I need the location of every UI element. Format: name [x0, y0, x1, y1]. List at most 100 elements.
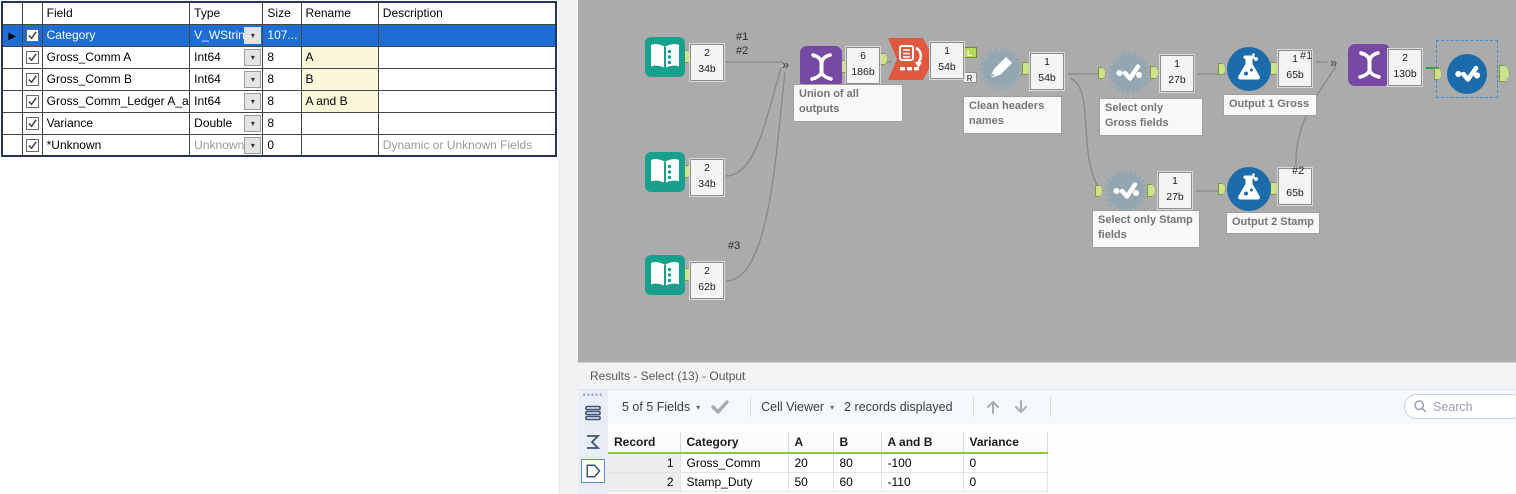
field-name-cell[interactable]: *Unknown [41, 133, 191, 157]
field-rename-cell[interactable] [300, 23, 379, 47]
union-multi-input-anchor[interactable]: » [782, 57, 789, 72]
field-type-cell[interactable]: Unknown ▾ [189, 133, 264, 157]
results-cell[interactable]: -110 [881, 472, 964, 492]
field-checkbox[interactable] [21, 133, 43, 157]
rename-column-header[interactable]: Rename [300, 2, 379, 25]
tool-union-1[interactable] [800, 46, 842, 88]
field-row-2[interactable]: Gross_Comm B Int64 ▾ 8 B [1, 67, 557, 91]
field-checkbox[interactable] [21, 45, 43, 69]
results-cell[interactable]: 1 [608, 453, 681, 473]
type-dropdown-button[interactable]: ▾ [244, 136, 262, 154]
tool-annotation[interactable]: Clean headers names [963, 96, 1062, 134]
field-size-cell[interactable]: 8 [262, 67, 302, 91]
field-rename-cell[interactable]: A [300, 45, 379, 69]
field-rename-cell[interactable]: B [300, 67, 379, 91]
field-size-cell[interactable]: 107... [262, 23, 302, 47]
tool-dynamic-rename[interactable] [978, 46, 1024, 92]
scroll-up-button[interactable] [984, 398, 1002, 416]
results-column-header-a[interactable]: A [788, 432, 834, 454]
results-cell[interactable]: 2 [608, 472, 681, 492]
results-row-1[interactable]: 1 Gross_Comm 20 80 -100 0 [608, 453, 1048, 473]
field-name-cell[interactable]: Gross_Comm A [41, 45, 191, 69]
field-description-cell[interactable]: Dynamic or Unknown Fields [377, 133, 557, 157]
field-type-cell[interactable]: Int64 ▾ [189, 45, 264, 69]
field-description-cell[interactable] [377, 45, 557, 69]
tool-annotation[interactable]: Select only Stamp fields [1092, 210, 1200, 248]
left-input-anchor[interactable]: L [962, 47, 977, 58]
wire-rename-selectstamp[interactable] [1069, 77, 1102, 192]
field-checkbox[interactable] [21, 67, 43, 91]
field-type-cell[interactable]: Double ▾ [189, 111, 264, 135]
field-size-cell[interactable]: 8 [262, 89, 302, 113]
tool-annotation[interactable]: Output 2 Stamp [1226, 212, 1320, 234]
metadata-view-icon[interactable] [581, 430, 605, 454]
field-rename-cell[interactable] [300, 133, 379, 157]
tool-output-2-stamp[interactable] [1226, 166, 1272, 212]
results-cell[interactable]: 20 [788, 453, 834, 473]
tool-output-1-gross[interactable] [1226, 46, 1272, 92]
results-column-header-variance[interactable]: Variance [963, 432, 1048, 454]
results-cell[interactable]: 60 [833, 472, 882, 492]
search-input[interactable] [1433, 399, 1513, 414]
field-name-cell[interactable]: Variance [41, 111, 191, 135]
field-description-cell[interactable] [377, 89, 557, 113]
field-type-cell[interactable]: Int64 ▾ [189, 67, 264, 91]
tool-annotation[interactable]: Select only Gross fields [1099, 98, 1203, 136]
results-cell[interactable]: 0 [963, 472, 1048, 492]
tool-annotation[interactable]: Output 1 Gross [1223, 94, 1317, 116]
apply-check-icon[interactable] [710, 399, 730, 415]
results-cell[interactable]: Gross_Comm [680, 453, 789, 473]
description-column-header[interactable]: Description [377, 2, 557, 25]
field-name-cell[interactable]: Gross_Comm_Ledger A_and_B [41, 89, 191, 113]
field-type-cell[interactable]: V_WString ▾ [189, 23, 264, 47]
field-size-cell[interactable]: 0 [262, 133, 302, 157]
field-description-cell[interactable] [377, 67, 557, 91]
results-cell[interactable]: 80 [833, 453, 882, 473]
field-description-cell[interactable] [377, 23, 557, 47]
results-column-header-category[interactable]: Category [680, 432, 789, 454]
type-dropdown-button[interactable]: ▾ [244, 92, 262, 110]
field-row-3[interactable]: Gross_Comm_Ledger A_and_BInt64▾8A and B [1, 89, 557, 113]
tool-select-13[interactable] [1447, 54, 1487, 94]
type-dropdown-button[interactable]: ▾ [244, 26, 262, 44]
tool-union-2[interactable] [1348, 44, 1390, 86]
results-row-2[interactable]: 2 Stamp_Duty 50 60 -110 0 [608, 472, 1048, 492]
results-cell[interactable]: Stamp_Duty [680, 472, 789, 492]
field-name-cell[interactable]: Category [41, 23, 191, 47]
field-type-cell[interactable]: Int64 ▾ [189, 89, 264, 113]
data-view-icon[interactable] [581, 459, 605, 483]
field-row-1[interactable]: Gross_Comm A Int64 ▾ 8 A [1, 45, 557, 69]
type-column-header[interactable]: Type [189, 2, 264, 25]
field-row-4[interactable]: Variance Double ▾ 8 [1, 111, 557, 135]
field-column-header[interactable]: Field [41, 2, 191, 25]
field-checkbox[interactable] [21, 23, 43, 47]
type-dropdown-button[interactable]: ▾ [244, 70, 262, 88]
tool-input-data-1[interactable] [645, 37, 685, 77]
field-size-cell[interactable]: 8 [262, 45, 302, 69]
tool-annotation[interactable]: Union of all outputs [793, 84, 903, 122]
results-cell[interactable]: 0 [963, 453, 1048, 473]
field-rename-cell[interactable]: A and B [300, 89, 379, 113]
field-row-5[interactable]: *Unknown Unknown ▾ 0 Dynamic or Unknown Fiel… [1, 133, 557, 157]
wire-input2-union1[interactable] [725, 67, 782, 177]
type-dropdown-button[interactable]: ▾ [244, 114, 262, 132]
tool-transpose[interactable] [888, 38, 934, 80]
fields-dropdown[interactable]: 5 of 5 Fields ▾ [622, 400, 700, 414]
tool-select-only-gross[interactable] [1106, 50, 1152, 96]
results-column-header-record[interactable]: Record [608, 432, 681, 454]
drag-handle[interactable]: ••••• [583, 391, 604, 400]
field-description-cell[interactable] [377, 111, 557, 135]
tool-input-data-2[interactable] [645, 152, 685, 192]
size-column-header[interactable]: Size [262, 2, 302, 25]
cell-viewer-dropdown[interactable]: Cell Viewer ▾ [761, 400, 834, 414]
field-rename-cell[interactable] [300, 111, 379, 135]
results-column-header-b[interactable]: B [833, 432, 882, 454]
field-checkbox[interactable] [21, 89, 43, 113]
type-dropdown-button[interactable]: ▾ [244, 48, 262, 66]
search-box[interactable] [1404, 394, 1516, 419]
results-column-header-a-and-b[interactable]: A and B [881, 432, 964, 454]
tool-select-only-stamp[interactable] [1103, 168, 1149, 214]
results-cell[interactable]: 50 [788, 472, 834, 492]
right-input-anchor[interactable]: R [962, 72, 977, 83]
union-multi-input-anchor[interactable]: » [1330, 55, 1337, 70]
